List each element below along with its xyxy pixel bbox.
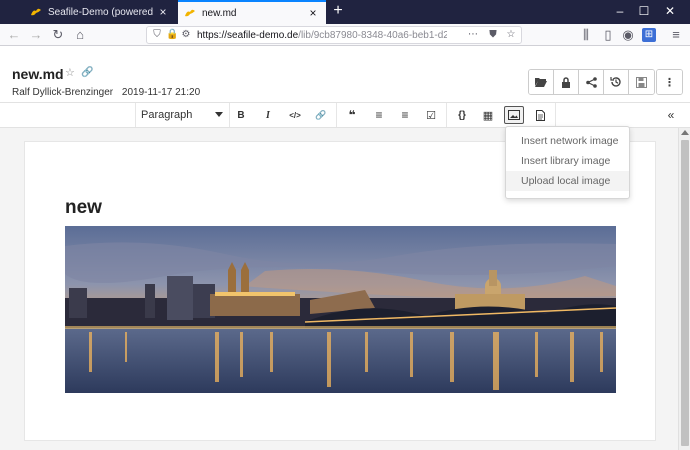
- block-type-label: Paragraph: [141, 109, 193, 121]
- link-icon[interactable]: 🔗: [81, 67, 93, 79]
- toolbar-divider: [555, 103, 556, 127]
- file-modified: 2019-11-17 21:20: [121, 87, 201, 98]
- pocket-icon[interactable]: ⛊: [487, 29, 499, 41]
- url-path: /lib/9cb87980-8348-40a6-beb1-d21: [298, 30, 447, 41]
- tab-label: Seafile-Demo (powered by dat: [48, 6, 156, 18]
- folder-open-icon[interactable]: [529, 70, 554, 94]
- seafile-favicon-icon: [185, 9, 195, 17]
- code-block-button[interactable]: {}: [452, 106, 472, 124]
- new-tab-button[interactable]: +: [330, 3, 346, 21]
- file-icon: [535, 109, 545, 121]
- history-icon[interactable]: [604, 70, 629, 94]
- star-icon[interactable]: ☆: [65, 67, 77, 79]
- chevron-down-icon: [215, 112, 223, 117]
- file-action-group: [528, 69, 655, 95]
- file-author: Ralf Dyllick-Brenzinger: [12, 87, 114, 98]
- toolbar-divider: [336, 103, 337, 127]
- scroll-up-arrow-icon[interactable]: [681, 130, 689, 135]
- lock-icon[interactable]: [554, 70, 579, 94]
- back-icon[interactable]: ←: [6, 27, 22, 43]
- unordered-list-button[interactable]: ≡: [395, 106, 415, 124]
- more-vertical-icon[interactable]: ⋮: [657, 70, 682, 94]
- address-bar[interactable]: ⛉ 🔒 ⚙ https://seafile-demo.de/lib/9cb879…: [146, 26, 522, 44]
- save-icon[interactable]: [629, 70, 654, 94]
- link-button[interactable]: 🔗: [311, 106, 331, 124]
- close-tab-icon[interactable]: ×: [156, 5, 170, 19]
- italic-button[interactable]: I: [258, 106, 278, 124]
- insert-image-menu: Insert network image Insert library imag…: [505, 126, 630, 199]
- image-icon: [508, 110, 520, 120]
- account-icon[interactable]: ◉: [620, 27, 636, 43]
- embedded-image[interactable]: [65, 226, 616, 393]
- sidebar-icon[interactable]: ▯: [600, 27, 616, 43]
- checklist-button[interactable]: ☑: [421, 106, 441, 124]
- library-icon[interactable]: ⫼: [578, 27, 594, 43]
- editor-toolbar: Paragraph B I </> 🔗 ❝ ≡ ≡ ☑ {} ▦ «: [0, 102, 690, 128]
- forward-icon[interactable]: →: [28, 27, 44, 43]
- bold-button[interactable]: B: [231, 106, 251, 124]
- close-tab-icon[interactable]: ×: [306, 6, 320, 20]
- seafile-favicon-icon: [31, 8, 41, 16]
- tab-label: new.md: [202, 7, 237, 19]
- image-button[interactable]: [504, 106, 524, 124]
- browser-nav-bar: ← → ↻ ⌂ ⛉ 🔒 ⚙ https://seafile-demo.de/li…: [0, 24, 690, 46]
- ordered-list-button[interactable]: ≡: [369, 106, 389, 124]
- browser-tab-bar: Seafile-Demo (powered by dat × new.md × …: [0, 0, 690, 24]
- file-header: new.md ☆ 🔗 Ralf Dyllick-Brenzinger 2019-…: [0, 62, 690, 102]
- block-type-select[interactable]: Paragraph: [137, 105, 227, 125]
- browser-tab-seafile-demo[interactable]: Seafile-Demo (powered by dat ×: [24, 0, 176, 24]
- close-window-icon[interactable]: ✕: [662, 3, 678, 19]
- table-button[interactable]: ▦: [478, 106, 498, 124]
- url-text[interactable]: https://seafile-demo.de/lib/9cb87980-834…: [197, 29, 447, 42]
- file-info: Ralf Dyllick-Brenzinger 2019-11-17 21:20: [12, 87, 200, 98]
- menu-icon[interactable]: ≡: [668, 27, 684, 43]
- reload-icon[interactable]: ↻: [50, 27, 66, 43]
- extension-icon[interactable]: ⊞: [642, 28, 656, 42]
- bookmark-star-icon[interactable]: ☆: [505, 29, 517, 41]
- share-icon[interactable]: [579, 70, 604, 94]
- more-action-group: ⋮: [656, 69, 683, 95]
- minimize-window-icon[interactable]: –: [612, 3, 628, 19]
- url-host: https://seafile-demo.de: [197, 30, 299, 41]
- blockquote-button[interactable]: ❝: [342, 106, 362, 124]
- file-button[interactable]: [530, 106, 550, 124]
- maximize-window-icon[interactable]: ☐: [636, 3, 652, 19]
- toolbar-divider: [229, 103, 230, 127]
- toolbar-divider: [135, 103, 136, 127]
- toolbar-divider: [446, 103, 447, 127]
- collapse-sidebar-button[interactable]: «: [664, 106, 678, 124]
- insert-network-image-item[interactable]: Insert network image: [506, 131, 629, 151]
- home-icon[interactable]: ⌂: [72, 27, 88, 43]
- vertical-scrollbar[interactable]: [678, 128, 690, 450]
- permissions-icon[interactable]: ⚙: [180, 29, 192, 41]
- shield-icon[interactable]: ⛉: [151, 29, 163, 41]
- city-night-photo: [65, 226, 616, 393]
- document-heading[interactable]: new: [65, 197, 102, 219]
- upload-local-image-item[interactable]: Upload local image: [506, 171, 629, 191]
- more-icon[interactable]: ⋯: [467, 29, 479, 41]
- scroll-thumb[interactable]: [681, 140, 689, 446]
- browser-tab-new-md[interactable]: new.md ×: [178, 0, 326, 24]
- file-name: new.md: [12, 66, 64, 82]
- inline-code-button[interactable]: </>: [285, 106, 305, 124]
- insert-library-image-item[interactable]: Insert library image: [506, 151, 629, 171]
- lock-icon[interactable]: 🔒: [166, 29, 178, 41]
